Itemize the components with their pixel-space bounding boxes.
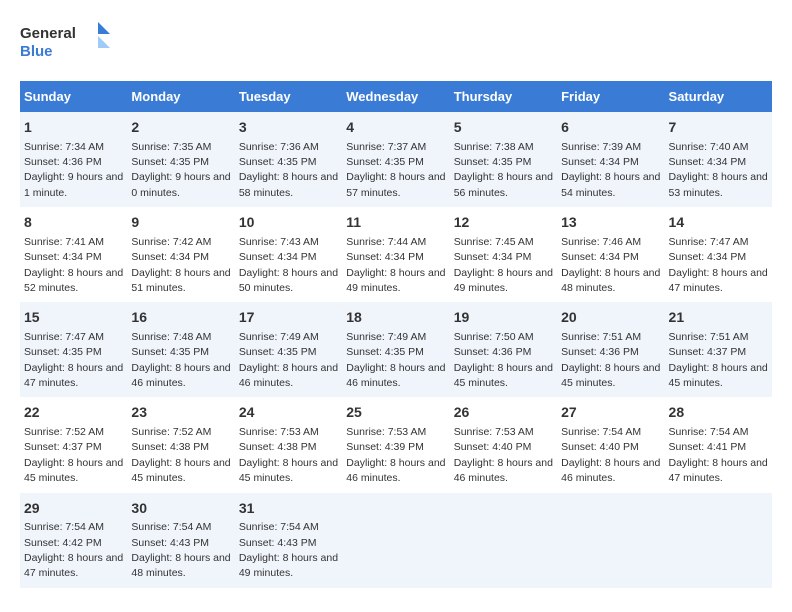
- col-header-thursday: Thursday: [450, 81, 557, 112]
- day-number: 17: [239, 308, 338, 328]
- empty-cell: [450, 493, 557, 588]
- day-cell-3: 3Sunrise: 7:36 AMSunset: 4:35 PMDaylight…: [235, 112, 342, 207]
- day-cell-22: 22Sunrise: 7:52 AMSunset: 4:37 PMDayligh…: [20, 397, 127, 492]
- day-cell-24: 24Sunrise: 7:53 AMSunset: 4:38 PMDayligh…: [235, 397, 342, 492]
- empty-cell: [342, 493, 449, 588]
- day-number: 12: [454, 213, 553, 233]
- day-cell-12: 12Sunrise: 7:45 AMSunset: 4:34 PMDayligh…: [450, 207, 557, 302]
- day-number: 22: [24, 403, 123, 423]
- day-number: 3: [239, 118, 338, 138]
- day-number: 1: [24, 118, 123, 138]
- svg-text:General: General: [20, 25, 76, 42]
- day-number: 13: [561, 213, 660, 233]
- day-cell-14: 14Sunrise: 7:47 AMSunset: 4:34 PMDayligh…: [665, 207, 772, 302]
- day-number: 11: [346, 213, 445, 233]
- day-cell-26: 26Sunrise: 7:53 AMSunset: 4:40 PMDayligh…: [450, 397, 557, 492]
- day-cell-15: 15Sunrise: 7:47 AMSunset: 4:35 PMDayligh…: [20, 302, 127, 397]
- day-cell-10: 10Sunrise: 7:43 AMSunset: 4:34 PMDayligh…: [235, 207, 342, 302]
- day-cell-20: 20Sunrise: 7:51 AMSunset: 4:36 PMDayligh…: [557, 302, 664, 397]
- week-row-4: 22Sunrise: 7:52 AMSunset: 4:37 PMDayligh…: [20, 397, 772, 492]
- day-cell-31: 31Sunrise: 7:54 AMSunset: 4:43 PMDayligh…: [235, 493, 342, 588]
- day-number: 10: [239, 213, 338, 233]
- day-number: 5: [454, 118, 553, 138]
- day-number: 2: [131, 118, 230, 138]
- logo: General Blue: [20, 20, 110, 65]
- day-cell-18: 18Sunrise: 7:49 AMSunset: 4:35 PMDayligh…: [342, 302, 449, 397]
- header-row: SundayMondayTuesdayWednesdayThursdayFrid…: [20, 81, 772, 112]
- day-number: 29: [24, 499, 123, 519]
- day-number: 7: [669, 118, 768, 138]
- day-cell-11: 11Sunrise: 7:44 AMSunset: 4:34 PMDayligh…: [342, 207, 449, 302]
- day-number: 27: [561, 403, 660, 423]
- day-cell-5: 5Sunrise: 7:38 AMSunset: 4:35 PMDaylight…: [450, 112, 557, 207]
- day-number: 19: [454, 308, 553, 328]
- day-cell-28: 28Sunrise: 7:54 AMSunset: 4:41 PMDayligh…: [665, 397, 772, 492]
- day-number: 25: [346, 403, 445, 423]
- empty-cell: [557, 493, 664, 588]
- day-number: 8: [24, 213, 123, 233]
- day-cell-17: 17Sunrise: 7:49 AMSunset: 4:35 PMDayligh…: [235, 302, 342, 397]
- day-cell-29: 29Sunrise: 7:54 AMSunset: 4:42 PMDayligh…: [20, 493, 127, 588]
- day-number: 21: [669, 308, 768, 328]
- day-number: 9: [131, 213, 230, 233]
- col-header-tuesday: Tuesday: [235, 81, 342, 112]
- day-cell-4: 4Sunrise: 7:37 AMSunset: 4:35 PMDaylight…: [342, 112, 449, 207]
- day-cell-30: 30Sunrise: 7:54 AMSunset: 4:43 PMDayligh…: [127, 493, 234, 588]
- day-number: 14: [669, 213, 768, 233]
- day-number: 24: [239, 403, 338, 423]
- col-header-sunday: Sunday: [20, 81, 127, 112]
- week-row-1: 1Sunrise: 7:34 AMSunset: 4:36 PMDaylight…: [20, 112, 772, 207]
- day-number: 6: [561, 118, 660, 138]
- day-number: 23: [131, 403, 230, 423]
- day-cell-19: 19Sunrise: 7:50 AMSunset: 4:36 PMDayligh…: [450, 302, 557, 397]
- day-cell-25: 25Sunrise: 7:53 AMSunset: 4:39 PMDayligh…: [342, 397, 449, 492]
- header: General Blue: [20, 20, 772, 65]
- day-number: 20: [561, 308, 660, 328]
- week-row-5: 29Sunrise: 7:54 AMSunset: 4:42 PMDayligh…: [20, 493, 772, 588]
- col-header-monday: Monday: [127, 81, 234, 112]
- day-number: 18: [346, 308, 445, 328]
- day-cell-8: 8Sunrise: 7:41 AMSunset: 4:34 PMDaylight…: [20, 207, 127, 302]
- logo-svg: General Blue: [20, 20, 110, 65]
- day-cell-7: 7Sunrise: 7:40 AMSunset: 4:34 PMDaylight…: [665, 112, 772, 207]
- day-number: 4: [346, 118, 445, 138]
- day-number: 28: [669, 403, 768, 423]
- day-number: 16: [131, 308, 230, 328]
- day-number: 26: [454, 403, 553, 423]
- day-number: 15: [24, 308, 123, 328]
- week-row-3: 15Sunrise: 7:47 AMSunset: 4:35 PMDayligh…: [20, 302, 772, 397]
- day-cell-16: 16Sunrise: 7:48 AMSunset: 4:35 PMDayligh…: [127, 302, 234, 397]
- svg-text:Blue: Blue: [20, 43, 53, 60]
- day-cell-2: 2Sunrise: 7:35 AMSunset: 4:35 PMDaylight…: [127, 112, 234, 207]
- day-cell-6: 6Sunrise: 7:39 AMSunset: 4:34 PMDaylight…: [557, 112, 664, 207]
- col-header-friday: Friday: [557, 81, 664, 112]
- col-header-wednesday: Wednesday: [342, 81, 449, 112]
- day-cell-27: 27Sunrise: 7:54 AMSunset: 4:40 PMDayligh…: [557, 397, 664, 492]
- day-cell-13: 13Sunrise: 7:46 AMSunset: 4:34 PMDayligh…: [557, 207, 664, 302]
- empty-cell: [665, 493, 772, 588]
- week-row-2: 8Sunrise: 7:41 AMSunset: 4:34 PMDaylight…: [20, 207, 772, 302]
- day-cell-9: 9Sunrise: 7:42 AMSunset: 4:34 PMDaylight…: [127, 207, 234, 302]
- day-number: 30: [131, 499, 230, 519]
- day-cell-1: 1Sunrise: 7:34 AMSunset: 4:36 PMDaylight…: [20, 112, 127, 207]
- day-cell-23: 23Sunrise: 7:52 AMSunset: 4:38 PMDayligh…: [127, 397, 234, 492]
- day-number: 31: [239, 499, 338, 519]
- col-header-saturday: Saturday: [665, 81, 772, 112]
- calendar-table: SundayMondayTuesdayWednesdayThursdayFrid…: [20, 81, 772, 588]
- day-cell-21: 21Sunrise: 7:51 AMSunset: 4:37 PMDayligh…: [665, 302, 772, 397]
